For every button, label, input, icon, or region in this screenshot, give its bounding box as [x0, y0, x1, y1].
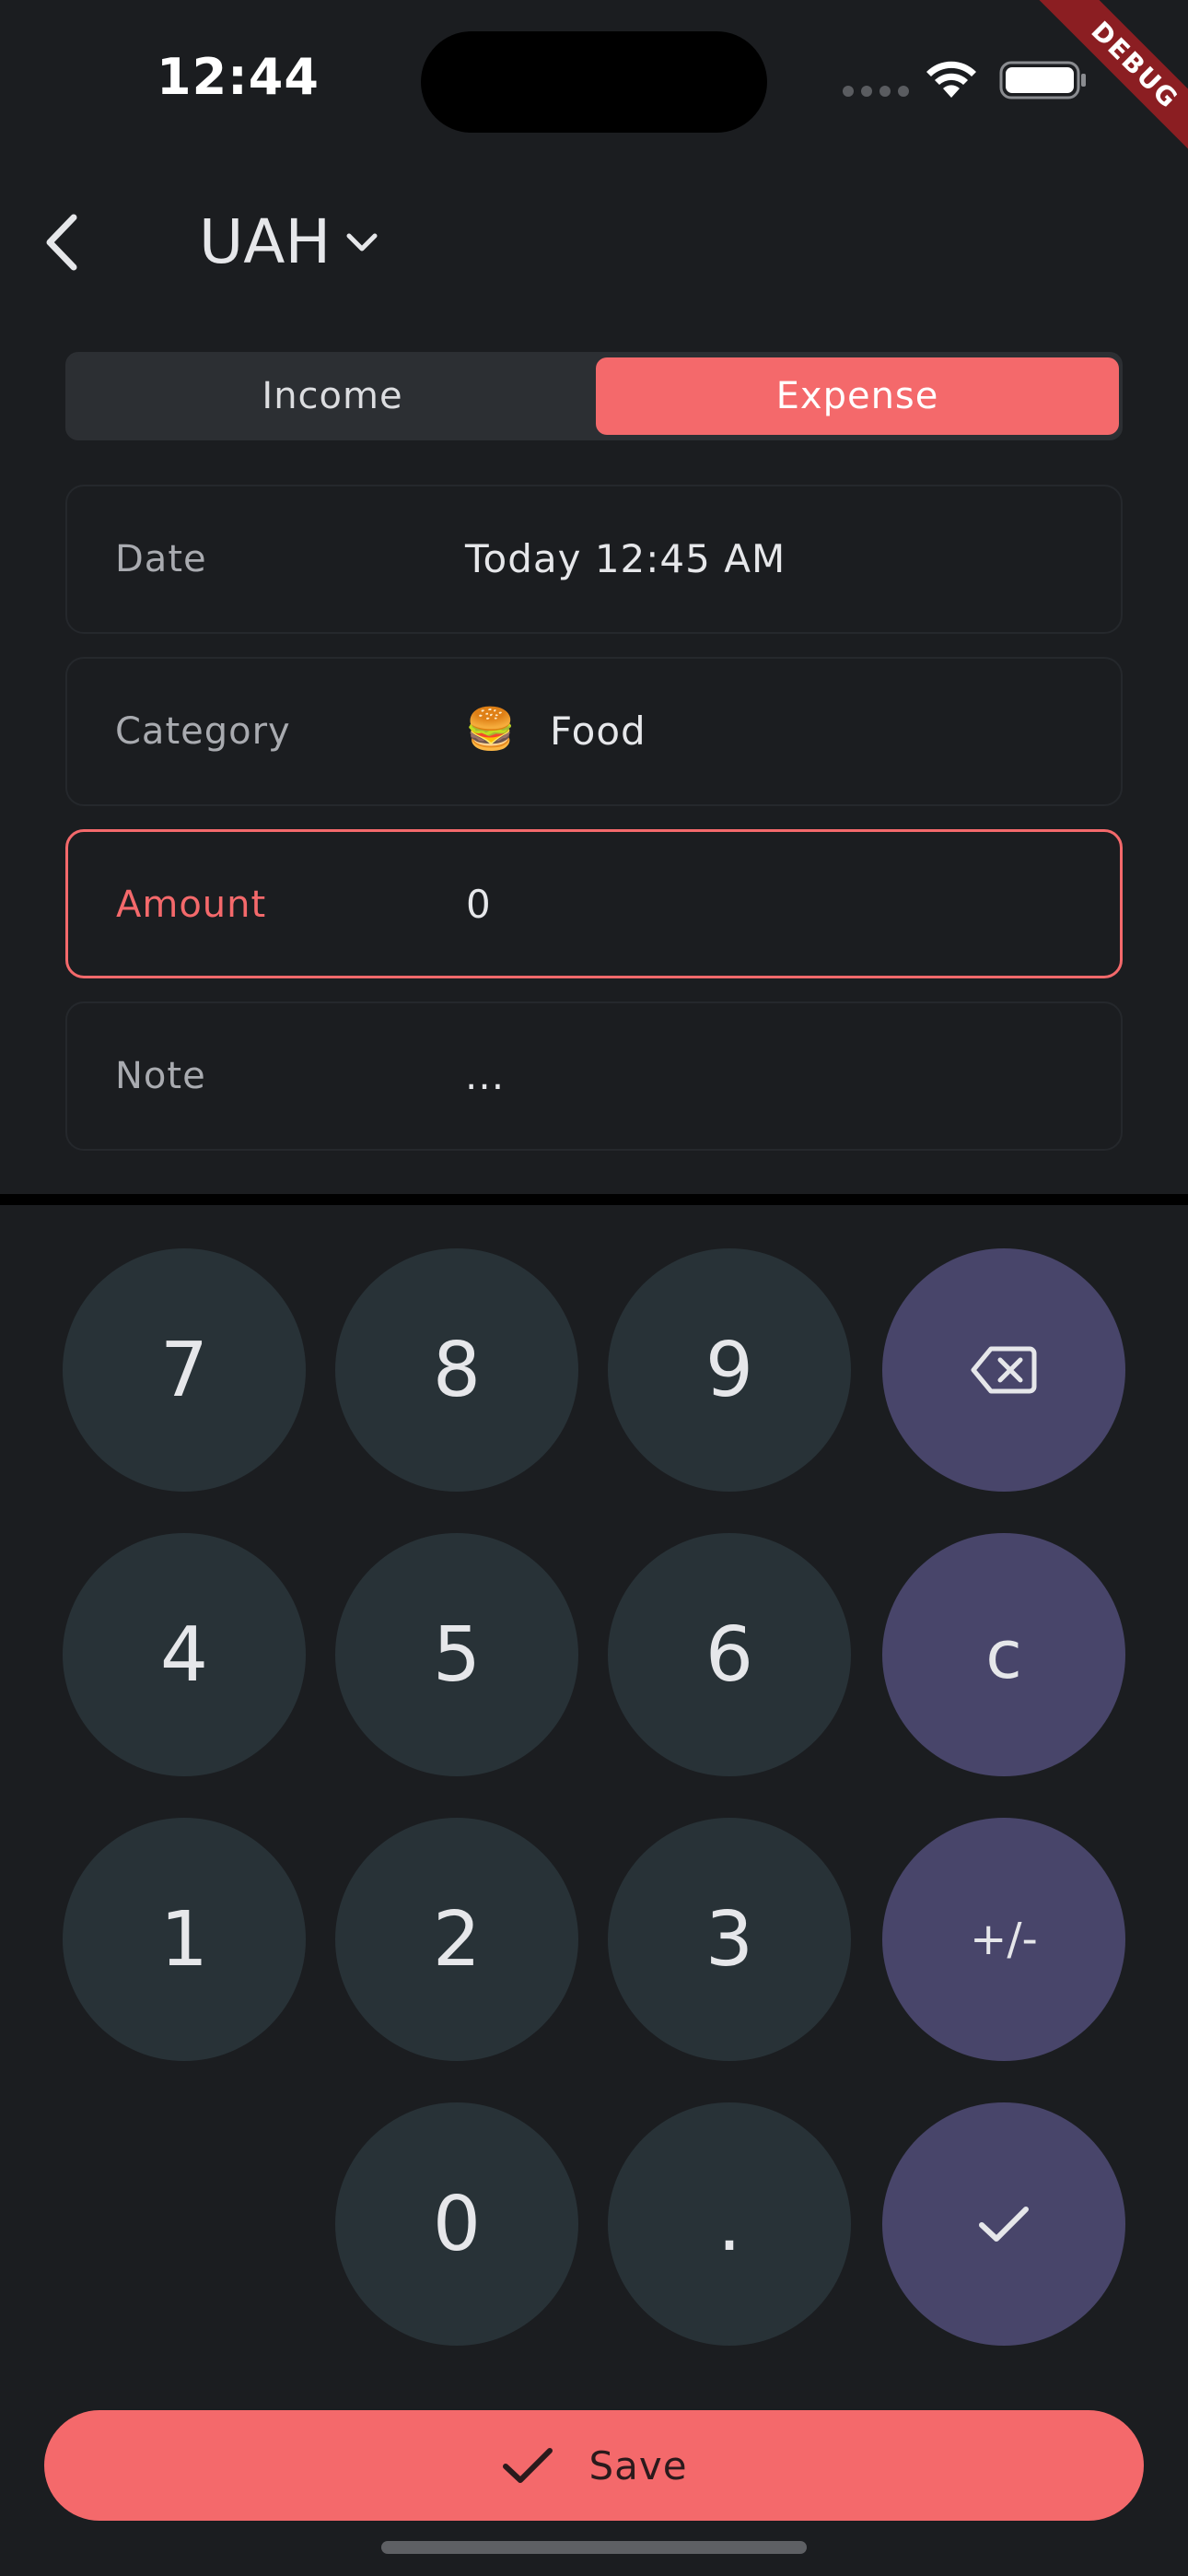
- check-icon: [503, 2448, 553, 2483]
- date-field[interactable]: Date Today 12:45 AM: [65, 485, 1123, 634]
- key-7[interactable]: 7: [63, 1248, 306, 1492]
- key-4[interactable]: 4: [63, 1533, 306, 1776]
- transaction-type-toggle: Income Expense: [65, 352, 1123, 440]
- status-bar: 12:44 DEBUG: [0, 0, 1188, 179]
- key-9[interactable]: 9: [608, 1248, 851, 1492]
- sign-toggle-key[interactable]: +/-: [882, 1818, 1125, 2061]
- expense-tab[interactable]: Expense: [596, 357, 1119, 435]
- date-label: Date: [115, 538, 207, 580]
- back-arrow-icon[interactable]: [37, 210, 92, 275]
- key-3[interactable]: 3: [608, 1818, 851, 2061]
- income-tab[interactable]: Income: [71, 357, 594, 435]
- check-icon: [979, 2207, 1029, 2242]
- home-indicator: [381, 2541, 807, 2554]
- key-0[interactable]: 0: [335, 2102, 578, 2346]
- burger-icon: 🍔: [465, 706, 516, 753]
- currency-selector[interactable]: UAH: [199, 206, 380, 277]
- key-6[interactable]: 6: [608, 1533, 851, 1776]
- chevron-down-icon: [346, 233, 378, 251]
- key-8[interactable]: 8: [335, 1248, 578, 1492]
- wifi-icon: [926, 61, 976, 98]
- amount-label: Amount: [116, 884, 267, 926]
- category-field[interactable]: Category 🍔 Food: [65, 657, 1123, 806]
- backspace-key[interactable]: [882, 1248, 1125, 1492]
- key-5[interactable]: 5: [335, 1533, 578, 1776]
- confirm-key[interactable]: [882, 2102, 1125, 2346]
- save-label: Save: [588, 2442, 688, 2488]
- amount-value: 0: [466, 882, 492, 927]
- amount-field[interactable]: Amount 0: [65, 829, 1123, 978]
- key-decimal[interactable]: .: [608, 2102, 851, 2346]
- debug-banner: DEBUG: [1004, 0, 1188, 184]
- date-value: Today 12:45 AM: [465, 536, 786, 581]
- save-button[interactable]: Save: [44, 2410, 1144, 2521]
- status-time: 12:44: [157, 48, 320, 106]
- dynamic-island: [421, 31, 767, 133]
- backspace-icon: [971, 1346, 1037, 1394]
- note-label: Note: [115, 1055, 206, 1097]
- note-value: ...: [465, 1053, 506, 1098]
- key-2[interactable]: 2: [335, 1818, 578, 2061]
- clear-key[interactable]: c: [882, 1533, 1125, 1776]
- category-label: Category: [115, 710, 291, 753]
- signal-icon: [843, 86, 909, 97]
- key-1[interactable]: 1: [63, 1818, 306, 2061]
- keypad-divider: [0, 1194, 1188, 1205]
- category-value: Food: [550, 708, 646, 754]
- note-field[interactable]: Note ...: [65, 1001, 1123, 1151]
- currency-label: UAH: [199, 206, 332, 277]
